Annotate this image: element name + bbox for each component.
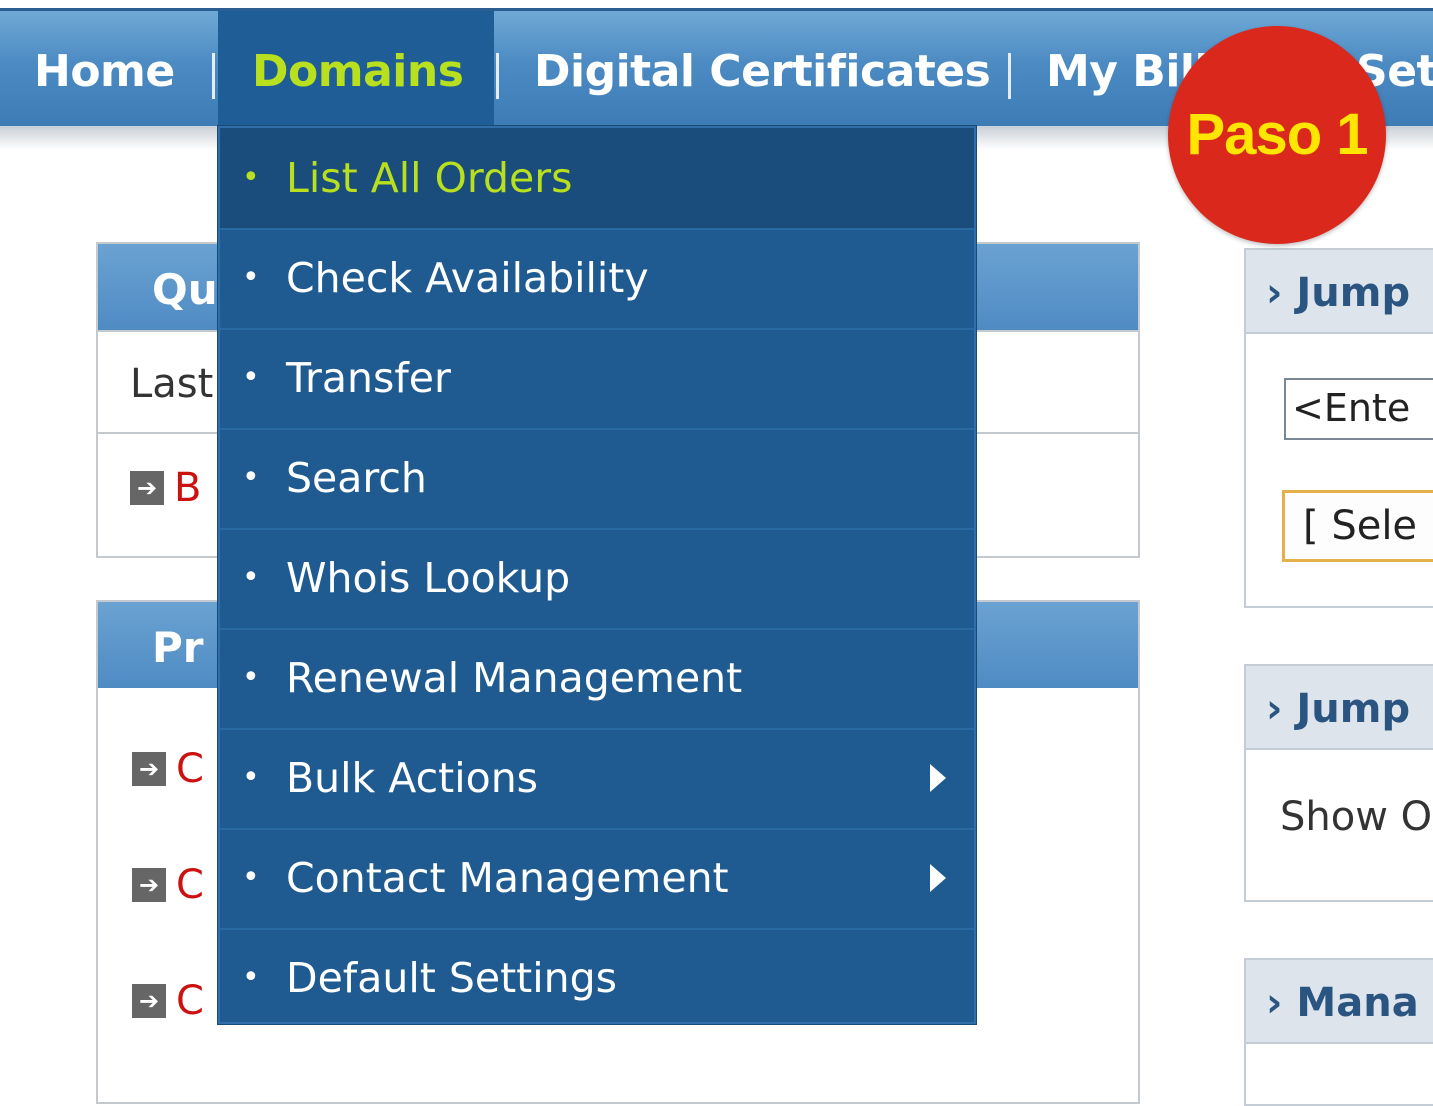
order-type-select[interactable]: [ Sele xyxy=(1282,490,1433,562)
jump-panel-2: › Jump Show O xyxy=(1244,664,1433,902)
nav-separator xyxy=(496,53,499,99)
arrow-right-icon: ➔ xyxy=(130,471,164,505)
arrow-right-icon: ➔ xyxy=(132,752,166,786)
arrow-right-icon: ➔ xyxy=(132,984,166,1018)
nav-digital-certificates[interactable]: Digital Certificates xyxy=(534,11,991,129)
top-border xyxy=(0,0,1433,8)
bullet-icon: • xyxy=(242,160,260,195)
panel-link[interactable]: C xyxy=(176,746,204,792)
panel-body xyxy=(1244,1042,1433,1106)
jump-to-order-panel: › Jump <Ente [ Sele xyxy=(1244,248,1433,608)
nav-domains[interactable]: Domains xyxy=(218,11,494,129)
bullet-icon: • xyxy=(242,260,260,295)
panel-link[interactable]: C xyxy=(176,978,204,1024)
menu-item-check-availability[interactable]: • Check Availability xyxy=(220,228,974,330)
list-item: ➔ C xyxy=(132,862,204,908)
panel-link[interactable]: B xyxy=(174,465,201,511)
menu-item-whois-lookup[interactable]: • Whois Lookup xyxy=(220,528,974,630)
panel-link[interactable]: C xyxy=(176,862,204,908)
row-text: Last xyxy=(130,361,214,407)
bullet-icon: • xyxy=(242,560,260,595)
nav-separator xyxy=(212,53,215,99)
panel-body: <Ente [ Sele xyxy=(1244,332,1433,608)
panel-body: Show O xyxy=(1244,748,1433,902)
bullet-icon: • xyxy=(242,860,260,895)
show-orders-text: Show O xyxy=(1280,794,1433,840)
menu-item-list-all-orders[interactable]: • List All Orders xyxy=(220,128,974,230)
menu-item-bulk-actions[interactable]: • Bulk Actions xyxy=(220,728,974,830)
list-item: ➔ C xyxy=(132,746,204,792)
menu-item-default-settings[interactable]: • Default Settings xyxy=(220,928,974,1028)
submenu-arrow-icon xyxy=(930,864,946,892)
menu-item-renewal-management[interactable]: • Renewal Management xyxy=(220,628,974,730)
list-item: ➔ C xyxy=(132,978,204,1024)
domains-dropdown-menu: • List All Orders • Check Availability •… xyxy=(218,126,976,1024)
order-search-input[interactable]: <Ente xyxy=(1284,378,1433,440)
bullet-icon: • xyxy=(242,660,260,695)
bullet-icon: • xyxy=(242,360,260,395)
nav-home[interactable]: Home xyxy=(34,11,175,129)
manage-panel: › Mana xyxy=(1244,958,1433,1106)
bullet-icon: • xyxy=(242,460,260,495)
menu-item-search[interactable]: • Search xyxy=(220,428,974,530)
submenu-arrow-icon xyxy=(930,764,946,792)
step-badge: Paso 1 xyxy=(1168,26,1386,244)
bullet-icon: • xyxy=(242,760,260,795)
arrow-right-icon: ➔ xyxy=(132,868,166,902)
panel-title: › Jump xyxy=(1244,664,1433,748)
menu-item-transfer[interactable]: • Transfer xyxy=(220,328,974,430)
panel-title: › Mana xyxy=(1244,958,1433,1042)
panel-title: › Jump xyxy=(1244,248,1433,332)
nav-separator xyxy=(1008,53,1011,99)
menu-item-contact-management[interactable]: • Contact Management xyxy=(220,828,974,930)
bullet-icon: • xyxy=(242,960,260,995)
